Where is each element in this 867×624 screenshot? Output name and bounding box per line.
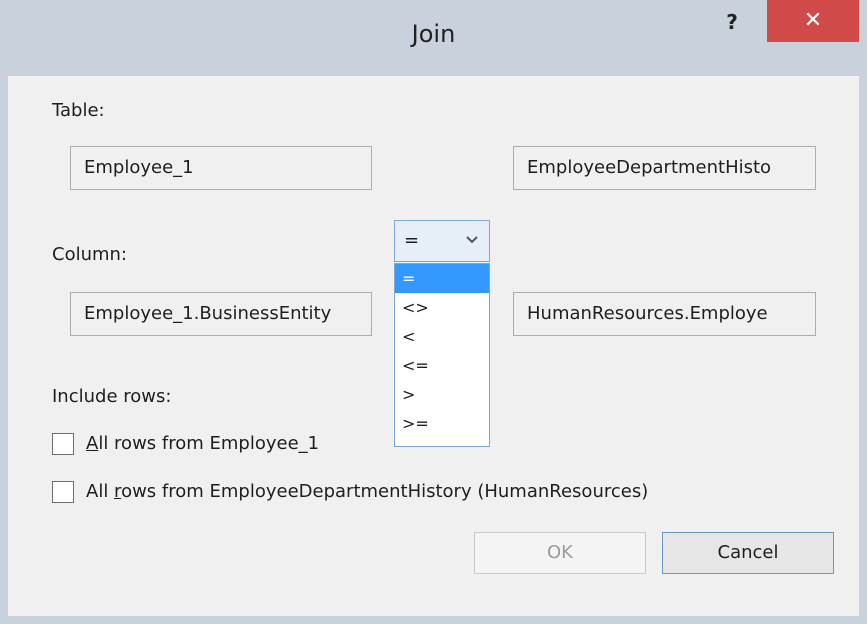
dialog-body: Table: Employee_1 EmployeeDepartmentHist… xyxy=(8,76,859,624)
title-bar[interactable]: Join ? ✕ xyxy=(0,0,867,76)
operator-selected-value: = xyxy=(404,230,420,251)
left-column-field[interactable]: Employee_1.BusinessEntity xyxy=(70,292,372,336)
close-button[interactable]: ✕ xyxy=(767,0,859,42)
all-rows-history-checkbox[interactable] xyxy=(52,481,74,503)
right-column-field[interactable]: HumanResources.Employe xyxy=(513,292,816,336)
help-button[interactable]: ? xyxy=(714,4,750,40)
table-label: Table: xyxy=(52,100,105,121)
operator-dropdown-list: = <> < <= > >= xyxy=(394,263,490,447)
all-rows-employee-option[interactable]: All rows from Employee_1 xyxy=(52,432,412,458)
close-icon: ✕ xyxy=(803,8,823,33)
all-rows-employee-label[interactable]: All rows from Employee_1 xyxy=(86,432,319,456)
all-rows-employee-checkbox[interactable] xyxy=(52,433,74,455)
left-table-field[interactable]: Employee_1 xyxy=(70,146,372,190)
all-rows-history-label[interactable]: All rows from EmployeeDepartmentHistory … xyxy=(86,480,648,504)
operator-option[interactable]: <= xyxy=(395,351,489,380)
cancel-button[interactable]: Cancel xyxy=(662,532,834,574)
ok-button[interactable]: OK xyxy=(474,532,646,574)
operator-select[interactable]: = xyxy=(394,220,490,262)
operator-option[interactable]: = xyxy=(395,264,489,293)
all-rows-history-option[interactable]: All rows from EmployeeDepartmentHistory … xyxy=(52,480,772,506)
include-rows-label: Include rows: xyxy=(52,386,172,407)
right-table-field[interactable]: EmployeeDepartmentHisto xyxy=(513,146,816,190)
column-label: Column: xyxy=(52,244,127,265)
operator-option[interactable]: < xyxy=(395,322,489,351)
operator-option[interactable]: <> xyxy=(395,293,489,322)
join-dialog: Join ? ✕ Table: Employee_1 EmployeeDepar… xyxy=(0,0,867,624)
operator-option[interactable]: > xyxy=(395,380,489,409)
